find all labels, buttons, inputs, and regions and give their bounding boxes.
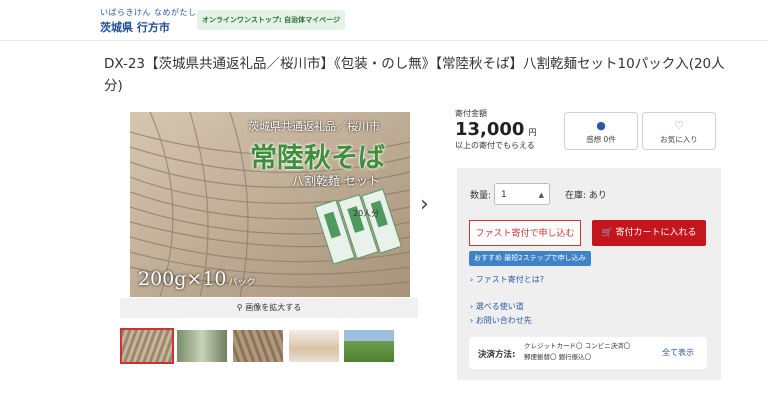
city-name: 茨城県 行方市 xyxy=(100,21,170,34)
favorite-button[interactable]: ♡ お気に入り xyxy=(642,112,716,150)
thumbnail-3[interactable] xyxy=(233,330,283,362)
image-overlay-main: 常陸秋そば xyxy=(250,143,385,174)
chevron-right-icon: › xyxy=(470,275,474,284)
fast-donation-button[interactable]: ファスト寄付で申し込む xyxy=(469,220,581,246)
price-amount: 13,000 円 xyxy=(455,119,536,140)
zoom-image-button[interactable]: ⚲ 画像を拡大する xyxy=(120,298,418,318)
fast-help-link[interactable]: › ファスト寄付とは? xyxy=(470,274,544,285)
onestop-link[interactable]: オンラインワンストップ: 自治体マイページ xyxy=(197,10,345,30)
show-all-payment-link[interactable]: 全て表示 xyxy=(662,347,694,358)
contact-label: お問い合わせ先 xyxy=(475,316,532,325)
price-note: 以上の寄付でもらえる xyxy=(455,141,535,150)
fast-help-label: ファスト寄付とは? xyxy=(475,275,544,284)
image-overlay-bottom: 200g×10 パック xyxy=(138,268,256,290)
reviews-label: 感想 0件 xyxy=(586,135,616,144)
image-overlay-sub: 八割乾麺 セット xyxy=(292,174,380,188)
chevron-right-icon: › xyxy=(470,316,474,325)
price-unit: 円 xyxy=(528,128,537,137)
favorite-label: お気に入り xyxy=(660,135,698,144)
quantity-select[interactable]: 1 ▲ xyxy=(494,183,550,205)
updown-icon: ▲ xyxy=(538,191,544,199)
stock-status: 在庫: あり xyxy=(565,191,607,201)
payment-methods-line1: クレジットカード〇 コンビニ決済〇 xyxy=(524,342,631,350)
image-overlay-top: 茨城県共通返礼品／桜川市 xyxy=(248,120,380,133)
usage-label: 選べる使い道 xyxy=(475,302,524,311)
quantity-label: 数量: xyxy=(470,191,492,201)
usage-link[interactable]: › 選べる使い道 xyxy=(470,301,524,312)
recommend-badge: おすすめ 最短2ステップで申し込み xyxy=(469,251,591,266)
cart-icon: 🛒 xyxy=(601,228,613,238)
product-title: DX-23【茨城県共通返礼品／桜川市】《包装・のし無》【常陸秋そば】八割乾麺セッ… xyxy=(104,56,725,94)
quantity-value: 1 xyxy=(501,190,507,200)
speech-bubble-icon: ● xyxy=(596,119,606,132)
chevron-right-icon: › xyxy=(470,302,474,311)
thumbnail-4[interactable] xyxy=(289,330,339,362)
payment-methods: クレジットカード〇 コンビニ決済〇 郵便振替〇 銀行振込〇 xyxy=(524,341,656,363)
add-to-cart-button[interactable]: 🛒 寄付カートに入れる xyxy=(592,220,706,246)
reviews-button[interactable]: ● 感想 0件 xyxy=(564,112,638,150)
price-label: 寄付金額 xyxy=(455,109,487,118)
cart-button-label: 寄付カートに入れる xyxy=(615,228,697,238)
city-logo[interactable]: いばらきけん なめがたし 茨城県 行方市 xyxy=(100,7,197,35)
thumbnail-2[interactable] xyxy=(177,330,227,362)
thumbnail-5[interactable] xyxy=(344,330,394,362)
heart-icon: ♡ xyxy=(674,119,684,132)
thumbnail-1[interactable] xyxy=(120,328,174,364)
site-header: いばらきけん なめがたし 茨城県 行方市 オンラインワンストップ: 自治体マイペ… xyxy=(0,0,768,41)
contact-link[interactable]: › お問い合わせ先 xyxy=(470,315,532,326)
city-kana: いばらきけん なめがたし xyxy=(100,8,197,17)
chevron-right-icon[interactable]: › xyxy=(420,192,429,217)
product-main-image[interactable]: 茨城県共通返礼品／桜川市 常陸秋そば 八割乾麺 セット 20人分 200g×10… xyxy=(130,112,410,297)
payment-methods-line2: 郵便振替〇 銀行振込〇 xyxy=(524,353,592,361)
image-overlay-servings: 20人分 xyxy=(353,209,380,218)
payment-label: 決済方法: xyxy=(478,350,516,360)
price-value: 13,000 xyxy=(455,119,525,140)
zoom-label: 画像を拡大する xyxy=(245,303,302,312)
magnifier-icon: ⚲ xyxy=(236,303,243,312)
pack-weight: 200g×10 xyxy=(138,268,227,290)
pack-unit: パック xyxy=(228,278,256,288)
